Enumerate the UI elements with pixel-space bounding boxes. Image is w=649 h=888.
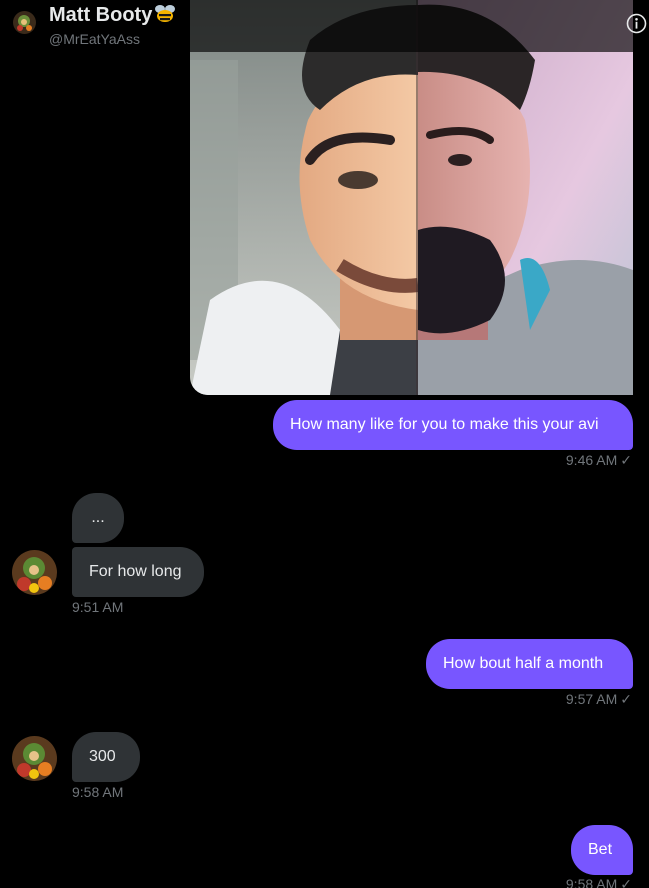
header-avatar[interactable] [13, 11, 36, 34]
sent-message-bubble[interactable]: How bout half a month [426, 639, 633, 689]
message-timestamp: 9:51 AM [72, 599, 124, 615]
sent-message-bubble[interactable]: How many like for you to make this your … [273, 400, 633, 450]
image-message[interactable] [190, 0, 633, 395]
message-timestamp: 9:46 AM ✓ [565, 452, 632, 468]
received-message-bubble[interactable]: 300 [72, 732, 140, 782]
header-handle: @MrEatYaAss [49, 31, 140, 47]
message-timestamp: 9:58 AM ✓ [500, 876, 632, 888]
conversation-header: Matt Booty @MrEatYaAss [0, 0, 649, 52]
read-check-icon: ✓ [620, 691, 632, 707]
received-message-bubble[interactable]: ... [72, 493, 124, 543]
bee-icon [153, 3, 177, 23]
message-timestamp: 9:57 AM ✓ [565, 691, 632, 707]
message-timestamp: 9:58 AM [72, 784, 124, 800]
info-icon[interactable] [626, 13, 647, 34]
contact-avatar[interactable] [12, 550, 57, 595]
read-check-icon: ✓ [620, 876, 632, 888]
received-message-bubble[interactable]: For how long [72, 547, 204, 597]
sent-message-bubble[interactable]: Bet [571, 825, 633, 875]
header-display-name[interactable]: Matt Booty [49, 3, 177, 27]
read-check-icon: ✓ [620, 452, 632, 468]
contact-avatar[interactable] [12, 736, 57, 781]
